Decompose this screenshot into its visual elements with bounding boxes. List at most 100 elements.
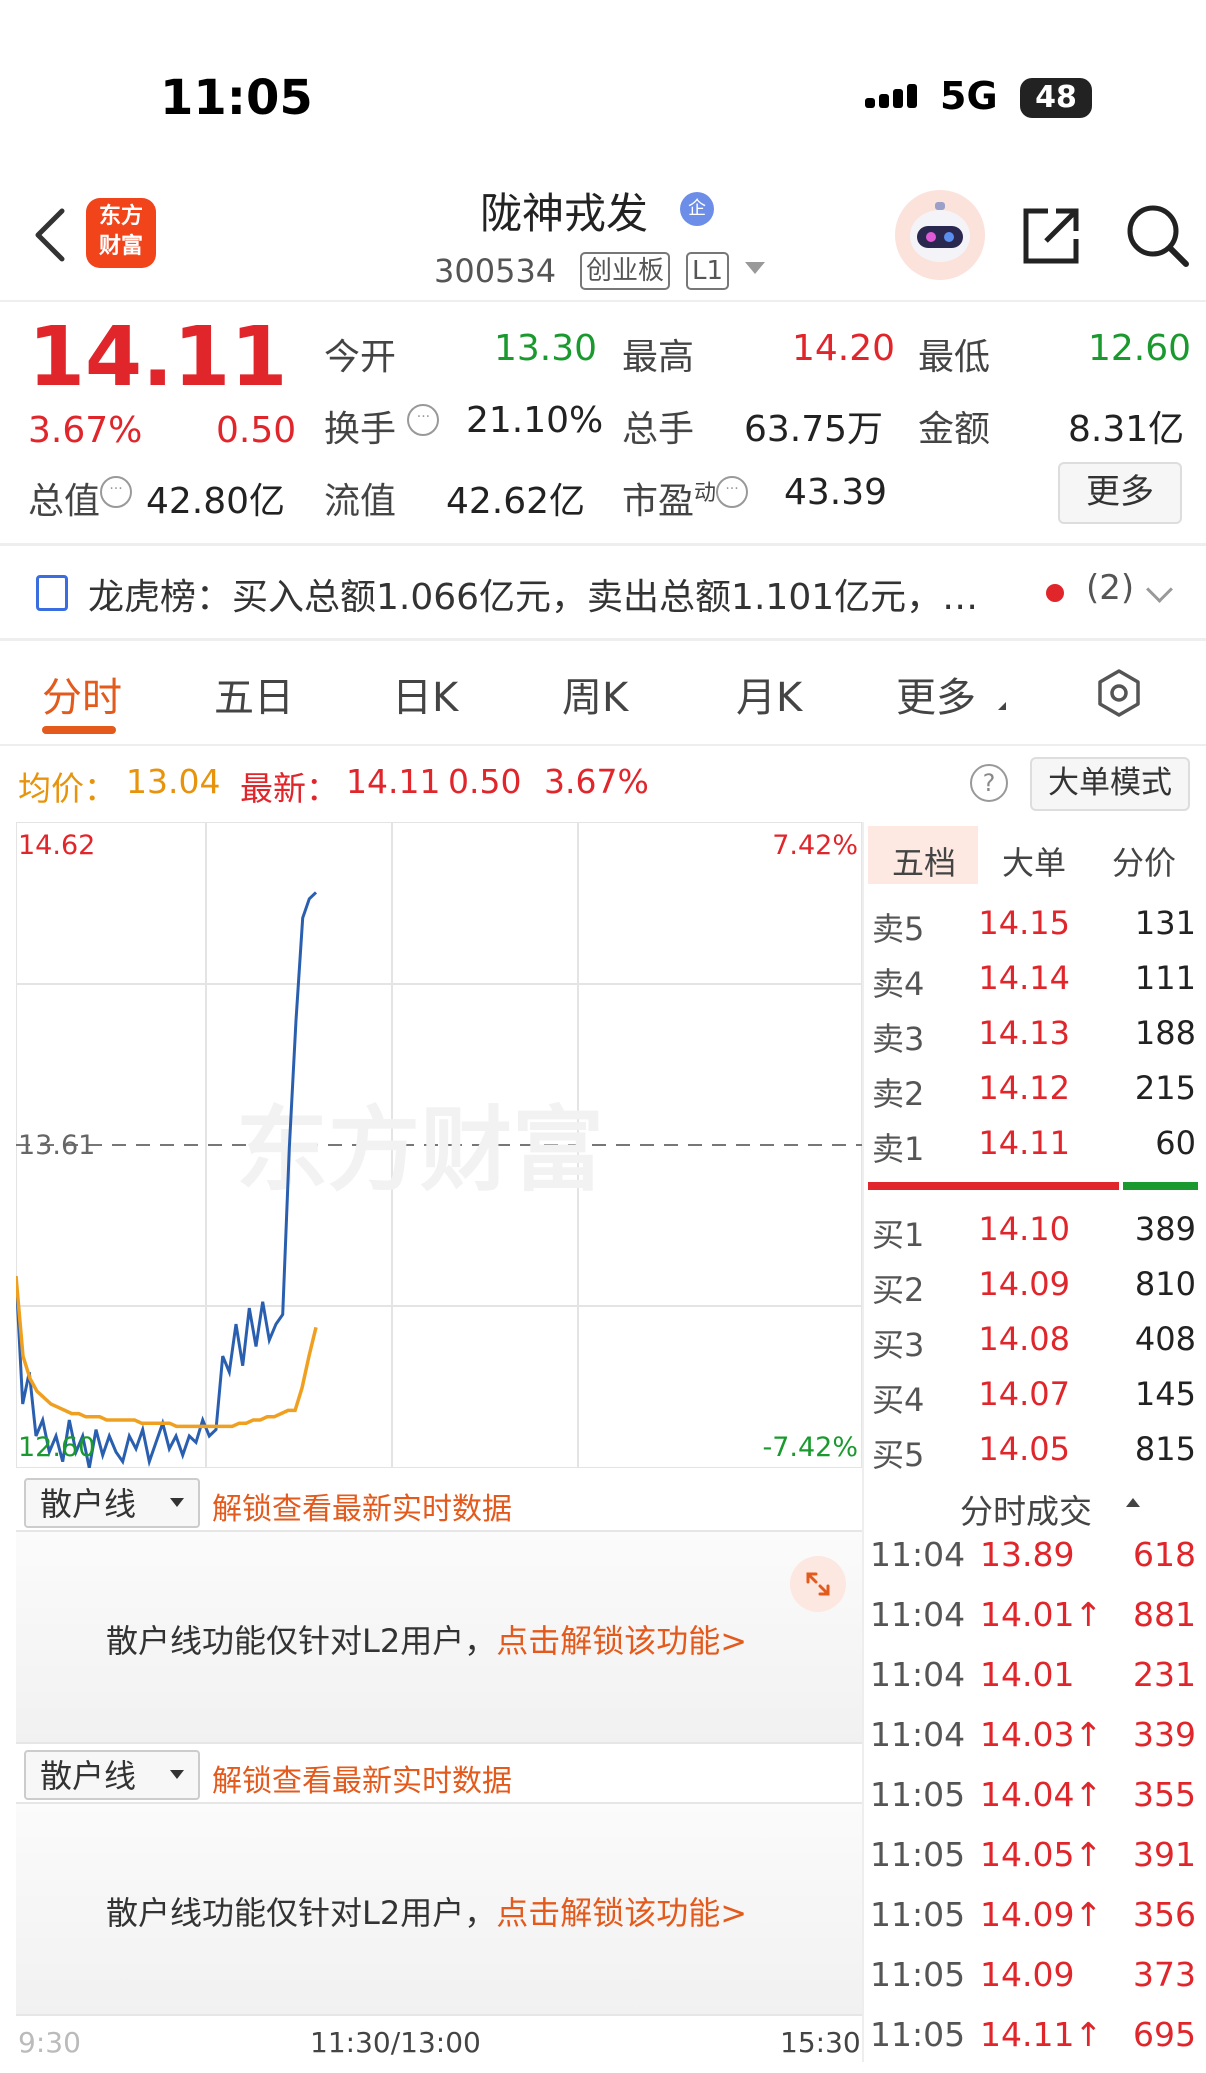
amount-label: 金额	[918, 409, 991, 450]
unlock-link[interactable]: 解锁查看最新实时数据	[212, 1756, 512, 1800]
more-button[interactable]: 更多	[1058, 462, 1182, 524]
back-arrow-icon[interactable]	[30, 205, 70, 265]
board-tag: 创业板	[580, 252, 671, 290]
robot-assistant-icon[interactable]	[895, 190, 985, 280]
level-label: 买3	[872, 1326, 925, 1364]
trade-price: 14.01	[980, 1655, 1075, 1694]
tab-timeshare[interactable]: 分时	[42, 665, 122, 723]
mktcap-label: 总值 ···	[28, 472, 133, 524]
tab-more[interactable]: 更多	[896, 665, 976, 723]
level-price: 14.09	[978, 1265, 1070, 1303]
tab-monthly-k[interactable]: 月K	[736, 665, 802, 723]
dragon-tiger-count: (2)	[1086, 568, 1135, 608]
trade-price: 14.04↑	[980, 1775, 1103, 1814]
change-percent: 3.67%	[28, 410, 143, 451]
pct-axis-top: 7.42%	[772, 830, 858, 861]
info-icon[interactable]: ···	[100, 476, 133, 508]
intraday-chart[interactable]: 东方财富 14.62 13.61 12.60 7.42% -7.42%	[16, 822, 862, 1468]
level-label: 卖3	[872, 1020, 925, 1058]
open-value: 13.30	[494, 328, 598, 369]
x-axis-end: 15:30	[780, 2026, 861, 2059]
trade-volume: 618	[1133, 1535, 1196, 1574]
chevron-down-icon[interactable]	[745, 262, 765, 274]
help-icon[interactable]: ?	[970, 764, 1008, 802]
trade-time: 11:04	[870, 1655, 966, 1694]
trade-price: 14.09↑	[980, 1895, 1103, 1934]
pe-value: 43.39	[784, 472, 888, 513]
y-axis-top: 14.62	[18, 830, 95, 861]
info-icon[interactable]: ···	[716, 476, 749, 508]
share-icon[interactable]	[1020, 205, 1082, 267]
tab-five-day[interactable]: 五日	[214, 665, 294, 723]
low-label: 最低	[918, 337, 991, 378]
battery-icon: 48	[1020, 78, 1092, 118]
level-price: 14.10	[978, 1210, 1070, 1248]
locked-panel-message: 散户线功能仅针对L2用户，点击解锁该功能>	[106, 1894, 748, 1932]
high-label: 最高	[622, 337, 695, 378]
level-volume: 810	[1134, 1265, 1196, 1303]
divider	[0, 744, 1206, 746]
buy-ratio-bar	[868, 1182, 1119, 1190]
app-logo: 东方 财富	[86, 198, 156, 268]
level-volume: 408	[1134, 1320, 1196, 1358]
level-volume: 188	[1134, 1014, 1196, 1052]
enterprise-badge-icon: 企	[680, 192, 714, 226]
alert-dot-icon	[1046, 584, 1064, 602]
amount-value: 8.31亿	[1068, 409, 1185, 450]
level-label: 卖2	[872, 1075, 925, 1113]
locked-panel-message: 散户线功能仅针对L2用户，点击解锁该功能>	[106, 1622, 748, 1660]
info-icon[interactable]: ···	[407, 404, 440, 436]
trade-volume: 339	[1133, 1715, 1196, 1754]
level-volume: 111	[1134, 959, 1196, 997]
level-price: 14.15	[978, 904, 1070, 942]
network-type: 5G	[940, 74, 998, 118]
divider	[0, 638, 1206, 641]
unlock-link[interactable]: 解锁查看最新实时数据	[212, 1484, 512, 1528]
volume-value: 63.75万	[744, 409, 884, 450]
trade-time: 11:05	[870, 1955, 966, 1994]
expand-icon[interactable]	[790, 1556, 846, 1612]
latest-label: 最新：	[240, 769, 339, 808]
tab-weekly-k[interactable]: 周K	[562, 665, 628, 723]
level-label: 卖4	[872, 965, 925, 1003]
current-price: 14.11	[28, 310, 288, 405]
latest-value: 14.11	[346, 762, 441, 801]
trade-time: 11:04	[870, 1595, 966, 1634]
trade-volume: 231	[1133, 1655, 1196, 1694]
chevron-down-icon	[170, 1498, 184, 1507]
search-icon[interactable]	[1124, 202, 1190, 268]
trade-volume: 391	[1133, 1835, 1196, 1874]
trade-price: 14.09	[980, 1955, 1075, 1994]
trade-price: 14.03↑	[980, 1715, 1103, 1754]
dragon-tiger-text[interactable]: 龙虎榜：买入总额1.066亿元，卖出总额1.101亿元，…	[88, 568, 978, 620]
big-order-mode-button[interactable]: 大单模式	[1030, 757, 1190, 811]
tab-big-order[interactable]: 大单	[1002, 838, 1066, 884]
level-label: 买4	[872, 1381, 925, 1419]
gear-icon[interactable]	[1094, 668, 1144, 718]
trade-time: 11:04	[870, 1715, 966, 1754]
level-label: 卖1	[872, 1130, 925, 1168]
level-label: 买2	[872, 1271, 925, 1309]
tab-price-split[interactable]: 分价	[1112, 838, 1176, 884]
turnover-value: 21.10%	[466, 400, 604, 441]
trade-time: 11:04	[870, 1535, 966, 1574]
trade-volume: 355	[1133, 1775, 1196, 1814]
unlock-feature-link[interactable]: 点击解锁该功能>	[496, 1622, 747, 1660]
open-label: 今开	[324, 337, 397, 378]
trade-price: 14.01↑	[980, 1595, 1103, 1634]
trade-volume: 356	[1133, 1895, 1196, 1934]
pct-axis-bottom: -7.42%	[762, 1432, 858, 1463]
low-value: 12.60	[1088, 328, 1192, 369]
stock-code: 300534	[434, 252, 557, 290]
chevron-down-icon[interactable]	[1146, 576, 1173, 603]
level-label: 卖5	[872, 910, 925, 948]
unlock-feature-link[interactable]: 点击解锁该功能>	[496, 1894, 747, 1932]
level-tag: L1	[686, 252, 730, 290]
trades-title[interactable]: 分时成交	[960, 1485, 1092, 1533]
turnover-label: 换手 ···	[324, 400, 440, 452]
divider	[0, 300, 1206, 302]
level-volume: 815	[1134, 1430, 1196, 1468]
tab-five-level[interactable]: 五档	[892, 838, 956, 884]
tab-daily-k[interactable]: 日K	[392, 665, 458, 723]
x-axis-start: 9:30	[18, 2026, 81, 2059]
